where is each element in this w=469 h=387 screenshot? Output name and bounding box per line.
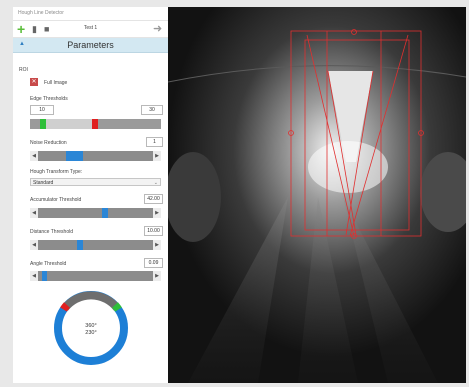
parameters-header[interactable]: ▲ Parameters — [13, 38, 168, 53]
slider-right-icon[interactable]: ▶ — [153, 151, 161, 161]
window-title: Hough Line Detector — [13, 7, 168, 21]
section-title: Parameters — [67, 40, 114, 50]
angle-dial[interactable]: 360° 230° — [51, 286, 131, 368]
dial-red-marker[interactable] — [60, 302, 70, 312]
slider-left-icon[interactable]: ◀ — [30, 271, 38, 281]
edge-range-fill — [46, 119, 92, 129]
chevron-down-icon: ⌄ — [153, 180, 158, 186]
slider-left-icon[interactable]: ◀ — [30, 208, 38, 218]
angle-slider[interactable]: ◀ ▶ — [30, 271, 161, 281]
accumulator-input[interactable]: 42.00 — [144, 194, 163, 204]
edge-high-handle[interactable] — [92, 119, 98, 129]
angle-thumb[interactable] — [42, 271, 47, 281]
accumulator-thumb[interactable] — [102, 208, 108, 218]
slider-right-icon[interactable]: ▶ — [153, 208, 161, 218]
edge-low-input[interactable]: 10 — [30, 105, 54, 115]
dial-green-marker[interactable] — [112, 302, 122, 312]
arrow-right-icon[interactable]: ➜ — [153, 23, 165, 35]
accumulator-label: Accumulator Threshold — [30, 197, 82, 203]
angle-label: Angle Threshold — [30, 261, 67, 267]
dial-gray-arc — [61, 291, 121, 311]
slider-left-icon[interactable]: ◀ — [30, 240, 38, 250]
roi-label: ROI — [19, 67, 28, 73]
noise-reduction-thumb[interactable] — [66, 151, 83, 161]
transform-type-value: Standard — [33, 180, 54, 186]
edge-high-input[interactable]: 30 — [141, 105, 163, 115]
slider-right-icon[interactable]: ▶ — [153, 271, 161, 281]
camera-viewport[interactable] — [168, 7, 466, 383]
distance-label: Distance Threshold — [30, 229, 73, 235]
parameters-panel: Hough Line Detector + ▮ ■ Test 1 ➜ ▲ Par… — [13, 7, 169, 383]
distance-input[interactable]: 10.00 — [144, 226, 163, 236]
transform-type-select[interactable]: Standard ⌄ — [30, 178, 161, 186]
dial-line1: 360° — [85, 323, 96, 329]
distance-slider[interactable]: ◀ ▶ — [30, 240, 161, 250]
noise-reduction-slider[interactable]: ◀ ▶ — [30, 151, 161, 161]
test-name: Test 1 — [83, 25, 98, 31]
dial-line2: 230° — [85, 330, 96, 336]
app-window: Hough Line Detector + ▮ ■ Test 1 ➜ ▲ Par… — [13, 7, 466, 383]
full-image-label: Full Image — [44, 80, 68, 86]
slider-left-icon[interactable]: ◀ — [30, 151, 38, 161]
slider-right-icon[interactable]: ▶ — [153, 240, 161, 250]
noise-reduction-input[interactable]: 1 — [146, 137, 163, 147]
accumulator-slider[interactable]: ◀ ▶ — [30, 208, 161, 218]
toolbar: + ▮ ■ Test 1 ➜ — [13, 21, 168, 38]
transform-type-label: Hough Transform Type: — [30, 169, 83, 175]
camera-image — [168, 7, 466, 383]
distance-thumb[interactable] — [77, 240, 83, 250]
noise-reduction-label: Noise Reduction — [30, 140, 67, 146]
full-image-checkbox[interactable]: ✕ — [30, 78, 38, 86]
edge-thresholds-label: Edge Thresholds — [30, 96, 68, 102]
edge-range-slider[interactable] — [30, 119, 161, 129]
angle-input[interactable]: 0.09 — [144, 258, 163, 268]
